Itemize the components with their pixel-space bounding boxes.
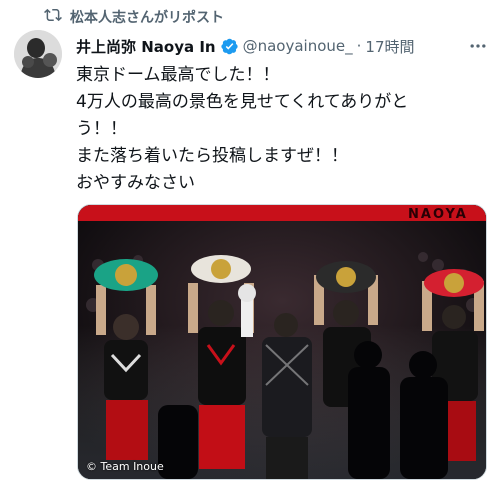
tweet-line: 4万人の最高の景色を見せてくれてありがと — [76, 92, 409, 112]
photo-credit: © Team Inoue — [86, 460, 164, 473]
display-name[interactable]: 井上尚弥 Naoya In — [76, 36, 216, 57]
handle[interactable]: @naoyainoue_ — [243, 37, 353, 55]
repost-icon — [44, 6, 62, 28]
timestamp[interactable]: 17時間 — [365, 36, 414, 57]
more-options-icon[interactable] — [468, 34, 488, 58]
separator-dot: · — [356, 37, 362, 55]
tweet-line: 東京ドーム最高でした！！ — [76, 65, 280, 85]
verified-badge-icon — [220, 37, 239, 56]
photo-illustration: NAOYA — [78, 205, 486, 479]
tweet-line: おやすみなさい — [76, 173, 195, 193]
tweet-text: 東京ドーム最高でした！！ 4万人の最高の景色を見せてくれてありがと う！！ また… — [76, 62, 488, 197]
repost-row: 松本人志さんがリポスト — [44, 6, 224, 28]
tweet-header: 井上尚弥 Naoya In @naoyainoue_ · 17時間 — [76, 34, 415, 58]
tweet-line: また落ち着いたら投稿しますぜ！！ — [76, 146, 348, 166]
banner-text: NAOYA — [408, 207, 468, 222]
repost-label[interactable]: 松本人志さんがリポスト — [70, 7, 224, 27]
tweet-line: う！！ — [76, 119, 127, 139]
tweet-photo[interactable]: NAOYA © Team Inoue — [77, 204, 487, 480]
avatar[interactable] — [14, 30, 62, 78]
